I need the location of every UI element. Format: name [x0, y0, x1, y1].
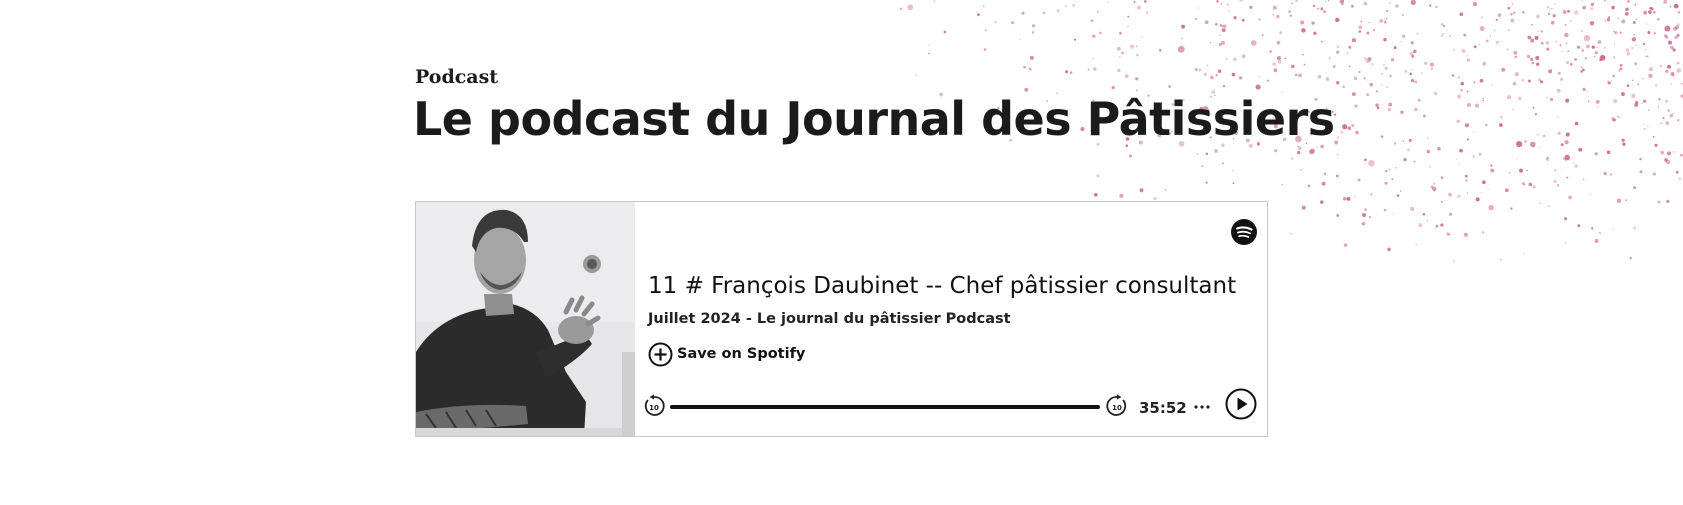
section-label: Podcast — [415, 66, 499, 88]
rewind-10-icon[interactable]: 10 — [642, 394, 666, 418]
skip-forward-seconds: 10 — [1112, 404, 1122, 412]
more-dots-icon[interactable] — [1192, 398, 1212, 416]
skip-back-seconds: 10 — [649, 404, 659, 412]
episode-duration: 35:52 — [1139, 399, 1187, 417]
page-title: Le podcast du Journal des Pâtissiers — [413, 92, 1335, 146]
progress-fill — [670, 405, 1100, 409]
spotify-embed-player: 11 # François Daubinet -- Chef pâtissier… — [415, 201, 1268, 437]
forward-10-icon[interactable]: 10 — [1105, 394, 1129, 418]
play-icon[interactable] — [1225, 388, 1257, 420]
progress-bar[interactable] — [670, 405, 1100, 409]
